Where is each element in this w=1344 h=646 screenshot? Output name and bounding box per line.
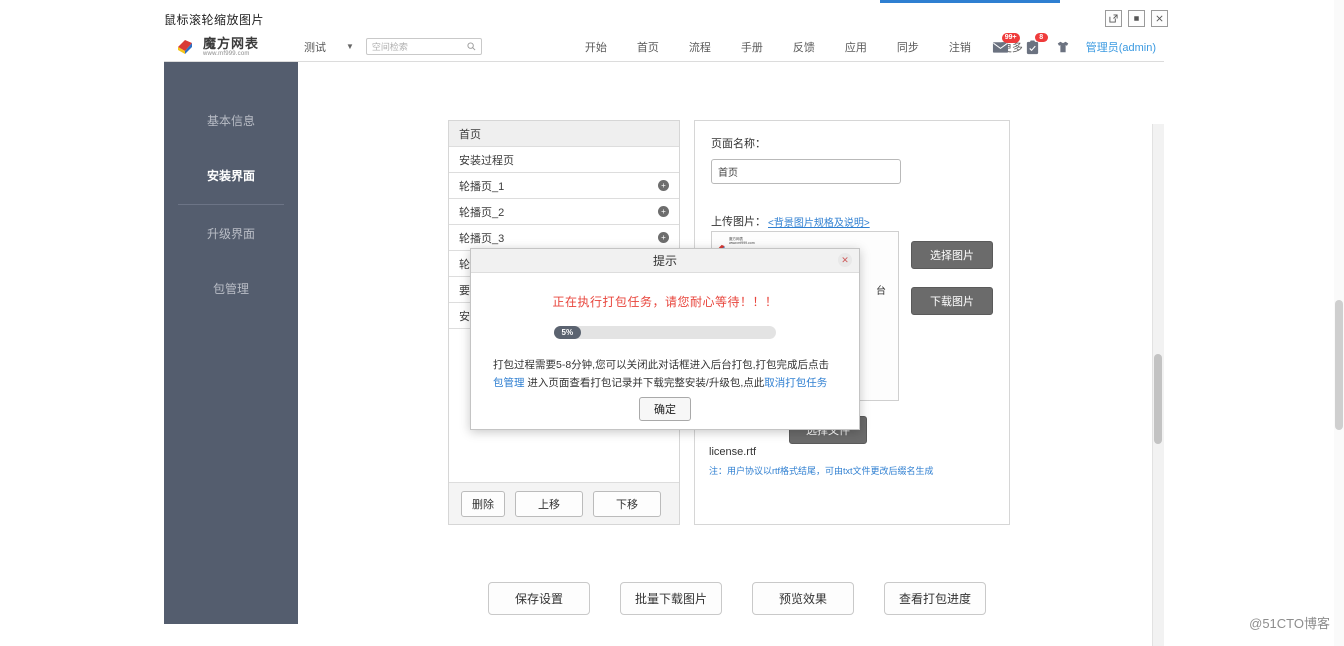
- move-up-button[interactable]: 上移: [515, 490, 583, 517]
- list-item-label: 轮播页_3: [459, 232, 505, 245]
- save-settings-button[interactable]: 保存设置: [488, 582, 590, 615]
- watermark: @51CTO博客: [1249, 616, 1330, 631]
- brand-url: www.mf999.com: [203, 50, 250, 57]
- image-spec-link[interactable]: <背景图片规格及说明>: [768, 214, 870, 229]
- list-item-label: 安装过程页: [459, 154, 514, 167]
- preview-button[interactable]: 预览效果: [752, 582, 854, 615]
- preview-brand-logo: 魔方网表 www.mf999.com: [718, 237, 755, 251]
- table-row[interactable]: 首页: [449, 121, 679, 147]
- task-icon[interactable]: 8: [1025, 32, 1048, 55]
- mail-badge: 99+: [1001, 33, 1020, 43]
- restore-icon[interactable]: [1128, 10, 1145, 27]
- progress-bar: 5%: [554, 326, 776, 339]
- app-header: 魔方网表 www.mf999.com 测试 ▼ 空间检索 开始 首页 流程 手册…: [164, 32, 1164, 62]
- progress-percent-label: 5%: [561, 328, 574, 337]
- main-nav: 开始 首页 流程 手册 反馈 应用 同步 注销 更多: [570, 39, 1038, 55]
- list-item-label: 轮播页_2: [459, 206, 505, 219]
- list-item-label: 轮播页_1: [459, 180, 505, 193]
- window-controls: [1105, 10, 1168, 27]
- page-name-input[interactable]: 首页: [711, 159, 901, 184]
- dialog-body: 打包过程需要5-8分钟,您可以关闭此对话框进入后台打包,打包完成后点击 包管理 …: [493, 357, 837, 393]
- nav-item-3[interactable]: 手册: [741, 39, 763, 55]
- bottom-action-bar: 保存设置 批量下载图片 预览效果 查看打包进度: [488, 582, 986, 615]
- dialog-footer: 确定: [471, 397, 859, 421]
- nav-item-6[interactable]: 同步: [897, 39, 919, 55]
- mail-icon[interactable]: 99+: [992, 33, 1020, 54]
- search-placeholder: 空间检索: [371, 42, 408, 52]
- popout-icon[interactable]: [1105, 10, 1122, 27]
- sidebar-item-upgrade-ui[interactable]: 升级界面: [164, 213, 298, 254]
- tenant-label[interactable]: 测试: [304, 39, 326, 55]
- window-title: 鼠标滚轮缩放图片: [164, 13, 265, 27]
- nav-item-2[interactable]: 流程: [689, 39, 711, 55]
- sidebar-item-install-ui[interactable]: 安装界面: [164, 155, 298, 196]
- dialog-body-mid: 进入页面查看打包记录并下载完整安装/升级包,点此: [524, 376, 765, 389]
- brand-name: 魔方网表: [203, 35, 260, 51]
- app-logo[interactable]: 魔方网表 www.mf999.com: [176, 37, 286, 57]
- inner-scrollbar-thumb[interactable]: [1154, 354, 1162, 444]
- cancel-packaging-link[interactable]: 取消打包任务: [764, 377, 827, 389]
- nav-item-0[interactable]: 开始: [585, 39, 607, 55]
- sidebar-divider: [178, 204, 284, 205]
- task-badge: 8: [1034, 32, 1048, 43]
- upload-row: 上传图片： <背景图片规格及说明>: [711, 213, 870, 229]
- download-image-button[interactable]: 下载图片: [911, 287, 993, 315]
- dialog-header: 提示 ✕: [471, 249, 859, 273]
- chevron-down-icon[interactable]: ▼: [346, 42, 354, 51]
- batch-download-images-button[interactable]: 批量下载图片: [620, 582, 722, 615]
- dialog-body-line1: 打包过程需要5-8分钟,您可以关闭此对话框进入后台打包,打包完成后点击: [493, 359, 830, 371]
- add-icon[interactable]: +: [658, 232, 669, 243]
- table-row[interactable]: 安装过程页: [449, 147, 679, 173]
- nav-item-7[interactable]: 注销: [949, 39, 971, 55]
- dialog-title: 提示: [652, 254, 677, 268]
- list-footer-toolbar: 删除 上移 下移: [449, 482, 679, 524]
- outer-scrollbar-thumb[interactable]: [1335, 300, 1343, 430]
- preview-brand-url: www.mf999.com: [729, 241, 755, 246]
- dialog-alert-text: 正在执行打包任务，请您耐心等待！！！: [552, 295, 778, 309]
- brand-text: 魔方网表 www.mf999.com: [203, 37, 259, 57]
- theme-shirt-icon[interactable]: [1056, 40, 1070, 54]
- close-icon[interactable]: ✕: [838, 253, 852, 267]
- sidebar-item-basic-info[interactable]: 基本信息: [164, 100, 298, 141]
- package-mgmt-link[interactable]: 包管理: [493, 377, 525, 389]
- inner-scrollbar[interactable]: [1152, 124, 1164, 646]
- user-link[interactable]: 管理员(admin): [1086, 39, 1156, 55]
- select-image-button[interactable]: 选择图片: [911, 241, 993, 269]
- brand-logo-icon: [176, 38, 198, 55]
- page-name-label: 页面名称：: [711, 138, 766, 150]
- app-root: 鼠标滚轮缩放图片 魔方网表 www.mf999.com 测试 ▼ 空间检索 开始…: [0, 0, 1344, 646]
- add-icon[interactable]: +: [658, 206, 669, 217]
- nav-item-5[interactable]: 应用: [845, 39, 867, 55]
- preview-brand-text: 魔方网表 www.mf999.com: [729, 237, 755, 245]
- license-file-name: license.rtf: [709, 446, 757, 458]
- sidebar: 基本信息 安装界面 升级界面 包管理: [164, 62, 298, 624]
- add-icon[interactable]: +: [658, 180, 669, 191]
- move-down-button[interactable]: 下移: [593, 490, 661, 517]
- brand-logo-icon: [718, 238, 727, 251]
- table-row[interactable]: 轮播页_2 +: [449, 199, 679, 225]
- ok-button[interactable]: 确定: [639, 397, 691, 421]
- view-package-progress-button[interactable]: 查看打包进度: [884, 582, 986, 615]
- search-input[interactable]: 空间检索: [365, 38, 482, 56]
- nav-item-1[interactable]: 首页: [637, 39, 659, 55]
- search-icon: [467, 38, 476, 56]
- license-note: 注：用户协议以rtf格式结尾，可由txt文件更改后缀名生成: [709, 466, 934, 476]
- table-row[interactable]: 轮播页_1 +: [449, 173, 679, 199]
- close-icon[interactable]: [1151, 10, 1168, 27]
- list-item-label: 首页: [459, 128, 481, 141]
- outer-scrollbar[interactable]: [1334, 0, 1344, 646]
- nav-item-4[interactable]: 反馈: [793, 39, 815, 55]
- upload-image-label: 上传图片：: [711, 216, 766, 228]
- chrome-accent-line: [880, 0, 1060, 3]
- packaging-progress-dialog: 提示 ✕ 正在执行打包任务，请您耐心等待！！！ 5% 打包过程需要5-8分钟,您…: [470, 248, 860, 430]
- delete-button[interactable]: 删除: [461, 490, 505, 517]
- progress-bar-fill: 5%: [554, 326, 581, 339]
- sidebar-item-package-mgmt[interactable]: 包管理: [164, 268, 298, 309]
- header-actions: 99+ 8 管理员(admin): [976, 32, 1156, 62]
- preview-tail-text: 台: [876, 286, 886, 297]
